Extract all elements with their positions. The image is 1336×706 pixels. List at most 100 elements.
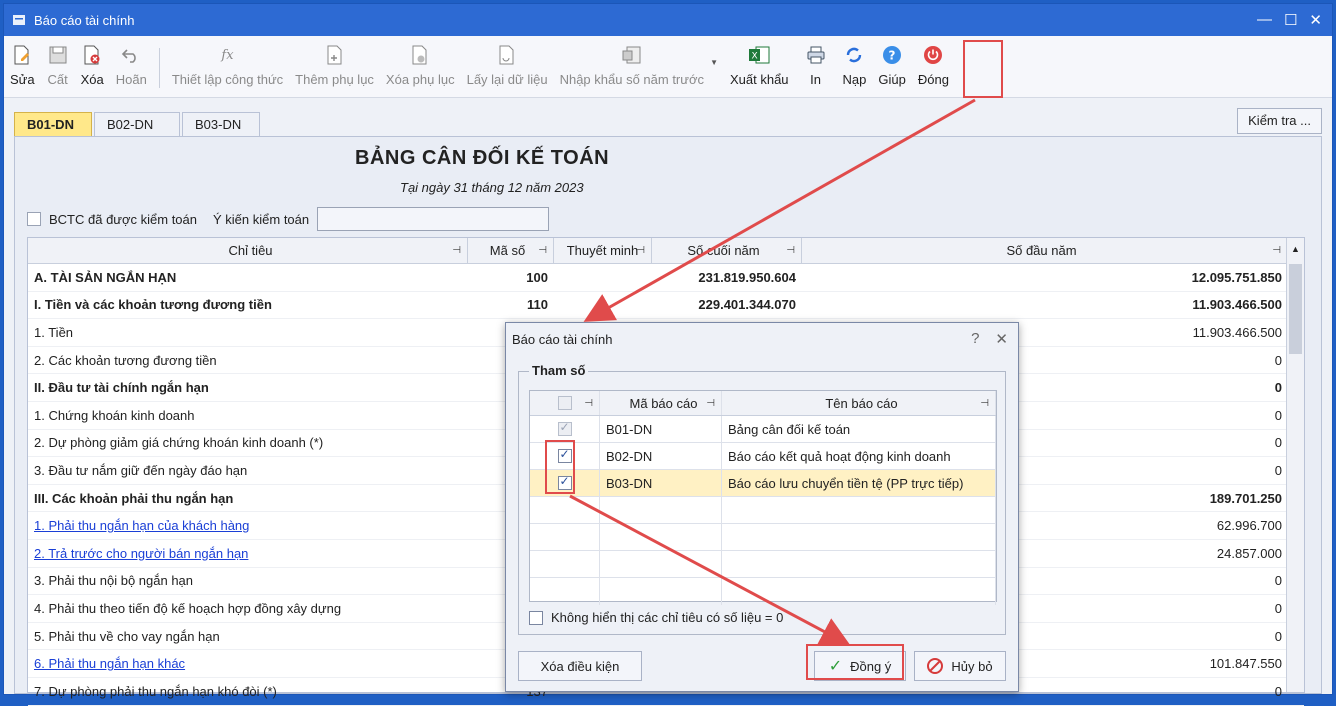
close-app-button[interactable]: Đóng (912, 44, 955, 87)
remove-appendix-button[interactable]: Xóa phụ lục (380, 44, 461, 87)
tab-b03-dn[interactable]: B03-DN (182, 112, 260, 136)
add-appendix-button[interactable]: Thêm phụ lục (289, 44, 380, 87)
row-note (554, 292, 652, 319)
formula-icon: fx (221, 47, 234, 63)
edit-button[interactable]: Sửa (4, 44, 41, 87)
audited-checkbox[interactable] (27, 212, 41, 226)
empty-row (530, 497, 996, 524)
edit-label: Sửa (10, 72, 35, 87)
cancel-label: Hủy bỏ (951, 658, 993, 674)
undo-icon (120, 44, 142, 66)
report-row-b02[interactable]: B02-DN Báo cáo kết quả hoạt động kinh do… (530, 443, 996, 470)
pin-icon[interactable]: ⊣ (706, 398, 715, 409)
row-indicator: 3. Đầu tư nắm giữ đến ngày đáo hạn (34, 462, 248, 478)
clear-conditions-button[interactable]: Xóa điều kiện (518, 651, 642, 681)
remove-appendix-label: Xóa phụ lục (385, 72, 455, 87)
dialog-title-bar: Báo cáo tài chính ? ✕ (506, 323, 1018, 355)
grid-scrollbar[interactable]: ▲ (1286, 238, 1304, 692)
pin-icon[interactable]: ⊣ (1272, 245, 1281, 256)
hide-zero-checkbox[interactable] (529, 610, 543, 625)
pin-icon[interactable]: ⊣ (636, 245, 645, 256)
audited-label: BCTC đã được kiểm toán (49, 211, 198, 227)
toolbar-separator (158, 48, 160, 88)
close-button[interactable]: ✕ (1309, 11, 1322, 29)
select-all-checkbox[interactable] (557, 396, 572, 410)
save-button[interactable]: Cất (41, 44, 75, 87)
report-b03-checkbox[interactable] (557, 474, 572, 490)
row-end-year: 229.401.344.070 (698, 297, 796, 313)
pin-icon[interactable]: ⊣ (786, 245, 795, 256)
row-indicator: 1. Chứng khoán kinh doanh (34, 407, 195, 423)
app-icon (13, 15, 25, 25)
reload-data-button[interactable]: Lấy lại dữ liệu (461, 44, 554, 87)
header-end-year-label: Số cuối năm (687, 243, 760, 258)
import-button[interactable]: Nhập khẩu số năm trước ▼ (554, 44, 718, 87)
pin-icon[interactable]: ⊣ (584, 398, 593, 409)
formula-button[interactable]: fx Thiết lập công thức (166, 44, 289, 88)
print-button[interactable]: In (795, 44, 837, 87)
title-bar: Báo cáo tài chính — ☐ ✕ (4, 4, 1332, 36)
report-b02-checkbox[interactable] (557, 447, 572, 463)
opinion-input[interactable] (317, 207, 550, 231)
delete-icon (81, 44, 103, 66)
row-indicator[interactable]: 2. Trả trước cho người bán ngắn hạn (28, 540, 468, 567)
cancel-button[interactable]: Hủy bỏ (914, 651, 1006, 681)
delete-button[interactable]: Xóa (75, 44, 110, 87)
pin-icon[interactable]: ⊣ (538, 245, 547, 256)
pin-icon[interactable]: ⊣ (452, 245, 461, 256)
scroll-up-icon[interactable]: ▲ (1291, 244, 1300, 254)
row-indicator[interactable]: 6. Phải thu ngắn hạn khác (28, 650, 468, 677)
row-note (554, 264, 652, 291)
table-row[interactable]: A. TÀI SẢN NGẮN HẠN 100 231.819.950.604 12.… (28, 264, 1304, 292)
opinion-label: Ý kiến kiểm toán (213, 211, 310, 227)
row-indicator: 7. Dự phòng phải thu ngắn hạn khó đòi (*… (34, 683, 277, 699)
header-report-code[interactable]: Mã báo cáo ⊣ (600, 391, 722, 415)
row-indicator[interactable]: 1. Phải thu ngắn hạn của khách hàng (28, 512, 468, 539)
tab-b01-dn[interactable]: B01-DN (14, 112, 92, 136)
pin-icon[interactable]: ⊣ (980, 398, 989, 409)
maximize-button[interactable]: ☐ (1284, 11, 1297, 29)
dropdown-arrow-icon[interactable]: ▼ (710, 58, 718, 67)
undo-button[interactable]: Hoãn (110, 44, 153, 87)
row-indicator: 2. Dự phòng giảm giá chứng khoán kinh do… (34, 435, 324, 451)
header-indicator[interactable]: Chỉ tiêu ⊣ (28, 238, 468, 263)
header-note[interactable]: Thuyết minh ⊣ (554, 238, 652, 263)
ok-button[interactable]: ✓ Đồng ý (814, 651, 906, 681)
scroll-thumb[interactable] (1289, 264, 1302, 354)
report-name: Báo cáo kết quả hoạt động kinh doanh (722, 443, 996, 469)
minimize-button[interactable]: — (1257, 11, 1272, 29)
header-code[interactable]: Mã số ⊣ (468, 238, 554, 263)
header-indicator-label: Chỉ tiêu (228, 243, 273, 258)
report-b01-checkbox (557, 420, 572, 436)
edit-icon (11, 44, 33, 66)
undo-label: Hoãn (115, 72, 147, 87)
row-indicator: A. TÀI SẢN NGẮN HẠN (34, 269, 177, 285)
save-icon (47, 44, 69, 66)
print-label: In (810, 72, 821, 87)
table-row[interactable]: I. Tiền và các khoản tương đương tiền 110… (28, 292, 1304, 320)
select-all-header[interactable]: ⊣ (530, 391, 600, 415)
header-report-name[interactable]: Tên báo cáo ⊣ (722, 391, 996, 415)
dialog-help-button[interactable]: ? (971, 330, 979, 348)
header-report-name-label: Tên báo cáo (825, 395, 898, 411)
refresh-button[interactable]: Nạp (837, 44, 873, 87)
row-code: 110 (527, 297, 548, 313)
row-begin-year: 12.095.751.850 (1191, 269, 1282, 285)
report-row-b03[interactable]: B03-DN Báo cáo lưu chuyển tiền tệ (PP tr… (530, 470, 996, 497)
header-begin-year[interactable]: Số đầu năm ⊣ (802, 238, 1288, 263)
svg-text:X: X (752, 52, 758, 62)
check-button[interactable]: Kiểm tra ... (1237, 108, 1322, 134)
help-button[interactable]: ? Giúp (872, 44, 911, 87)
reload-data-label: Lấy lại dữ liệu (466, 72, 548, 87)
row-indicator: III. Các khoản phải thu ngắn hạn (34, 490, 234, 506)
header-end-year[interactable]: Số cuối năm ⊣ (652, 238, 802, 263)
clear-conditions-label: Xóa điều kiện (540, 658, 620, 674)
header-code-label: Mã số (489, 243, 526, 258)
dialog-close-button[interactable]: ✕ (995, 330, 1008, 348)
row-indicator: 5. Phải thu về cho vay ngắn hạn (34, 628, 220, 644)
export-button[interactable]: X Xuất khẩu (724, 44, 795, 87)
header-report-code-label: Mã báo cáo (629, 395, 698, 411)
tab-b02-dn[interactable]: B02-DN (94, 112, 180, 136)
report-row-b01[interactable]: B01-DN Bảng cân đối kế toán (530, 416, 996, 443)
close-app-label: Đóng (917, 72, 949, 87)
